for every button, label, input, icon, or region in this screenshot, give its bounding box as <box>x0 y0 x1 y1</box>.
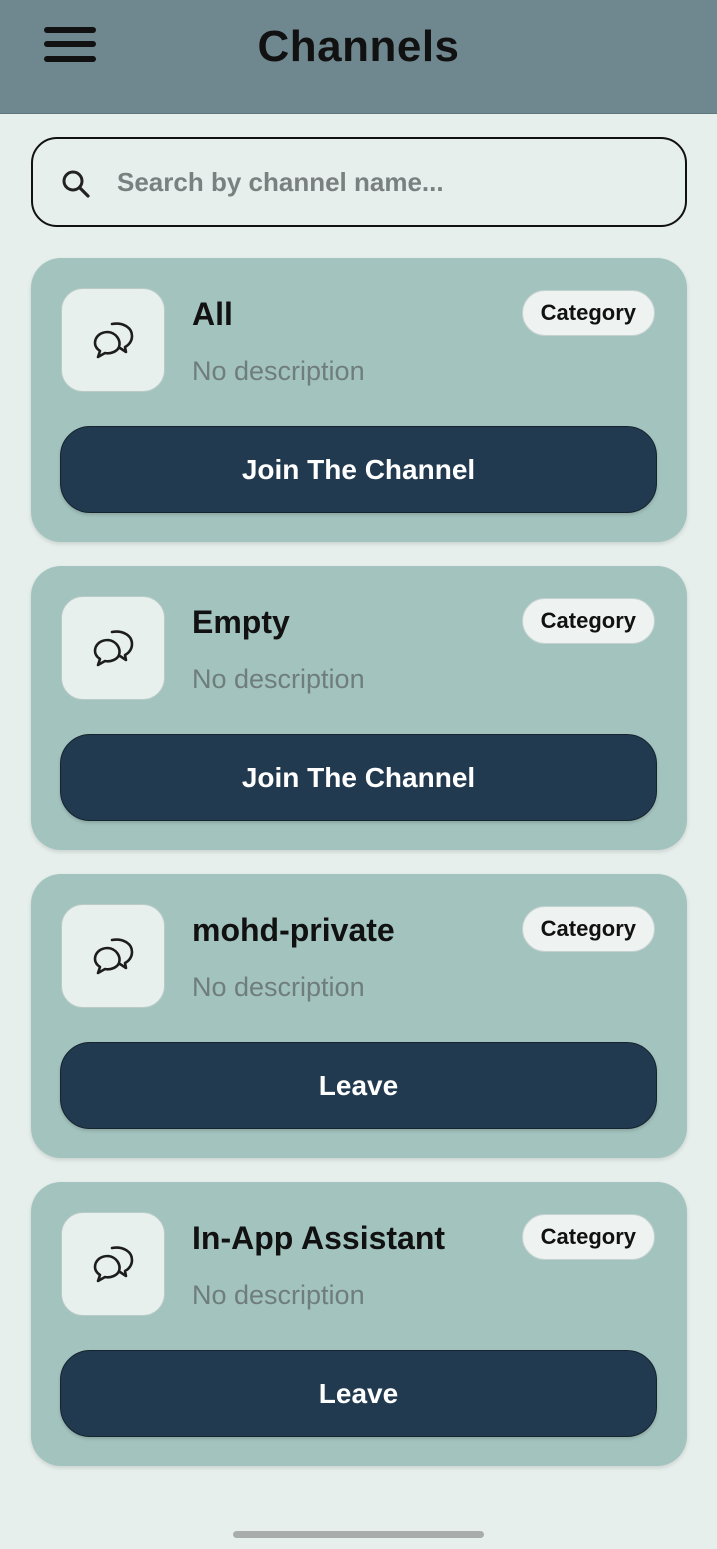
channel-list: All No description Category Join The Cha… <box>31 258 687 1490</box>
leave-channel-button[interactable]: Leave <box>60 1350 657 1437</box>
channel-name: mohd-private <box>192 912 395 948</box>
category-badge[interactable]: Category <box>521 290 655 336</box>
chat-bubbles-icon <box>93 322 134 359</box>
chat-bubbles-icon <box>93 1246 134 1283</box>
channel-name: Empty <box>192 604 290 640</box>
channel-name: All <box>192 296 233 332</box>
channel-card[interactable]: mohd-private No description Category Lea… <box>31 874 687 1158</box>
channel-avatar <box>61 288 165 392</box>
search-box <box>31 137 687 227</box>
category-badge[interactable]: Category <box>521 598 655 644</box>
channel-card[interactable]: Empty No description Category Join The C… <box>31 566 687 850</box>
channel-avatar <box>61 1212 165 1316</box>
search-input[interactable] <box>117 157 657 207</box>
category-badge[interactable]: Category <box>521 1214 655 1260</box>
chat-bubbles-icon <box>93 630 134 667</box>
channel-description: No description <box>192 1280 365 1310</box>
leave-channel-button[interactable]: Leave <box>60 1042 657 1129</box>
channel-avatar <box>61 904 165 1008</box>
home-indicator <box>233 1531 484 1538</box>
join-channel-button[interactable]: Join The Channel <box>60 734 657 821</box>
search-icon <box>62 170 90 198</box>
channel-description: No description <box>192 356 365 386</box>
channel-card[interactable]: In-App Assistant No description Category… <box>31 1182 687 1466</box>
chat-bubbles-icon <box>93 938 134 975</box>
page-title: Channels <box>257 22 460 71</box>
channel-description: No description <box>192 664 365 694</box>
category-badge[interactable]: Category <box>521 906 655 952</box>
join-channel-button[interactable]: Join The Channel <box>60 426 657 513</box>
channel-card[interactable]: All No description Category Join The Cha… <box>31 258 687 542</box>
channel-name: In-App Assistant <box>192 1220 446 1256</box>
channel-avatar <box>61 596 165 700</box>
app-header: Channels <box>0 0 717 114</box>
channel-description: No description <box>192 972 365 1002</box>
